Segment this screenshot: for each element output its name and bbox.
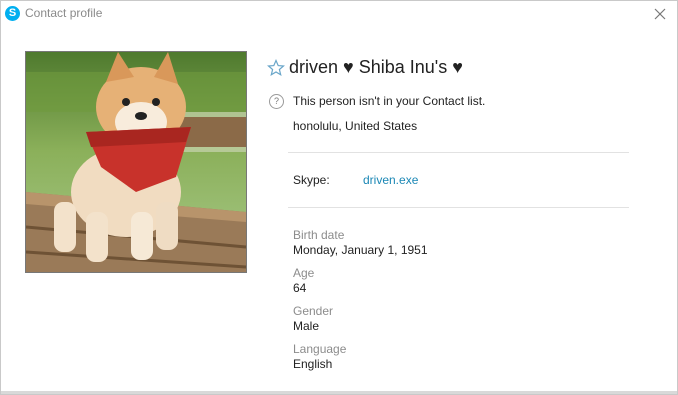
- profile-photo: [25, 51, 247, 273]
- birth-date-value: Monday, January 1, 1951: [293, 243, 428, 257]
- birth-date-label: Birth date: [293, 228, 345, 242]
- language-value: English: [293, 357, 333, 371]
- close-icon: [654, 8, 666, 20]
- contact-display-name: driven ♥ Shiba Inu's ♥: [289, 57, 463, 77]
- language-label: Language: [293, 342, 347, 356]
- question-circle-icon: ?: [269, 94, 284, 109]
- close-button[interactable]: [649, 3, 671, 25]
- favorite-star-icon[interactable]: [267, 59, 285, 77]
- shiba-inu-photo: [26, 52, 246, 272]
- window-title: Contact profile: [25, 6, 103, 20]
- age-value: 64: [293, 281, 307, 295]
- divider: [288, 207, 629, 208]
- window-bottom-border: [1, 391, 677, 394]
- gender-label: Gender: [293, 304, 334, 318]
- skype-label: Skype:: [293, 173, 330, 187]
- contact-status-text: This person isn't in your Contact list.: [293, 94, 486, 108]
- age-label: Age: [293, 266, 315, 280]
- skype-id-link[interactable]: driven.exe: [363, 173, 418, 187]
- divider: [288, 152, 629, 153]
- skype-logo-icon: S: [5, 6, 20, 21]
- gender-value: Male: [293, 319, 320, 333]
- contact-profile-window: S Contact profile driven ♥ Shiba Inu's ♥…: [0, 0, 678, 395]
- title-bar: S Contact profile: [1, 1, 677, 27]
- location-text: honolulu, United States: [293, 119, 418, 133]
